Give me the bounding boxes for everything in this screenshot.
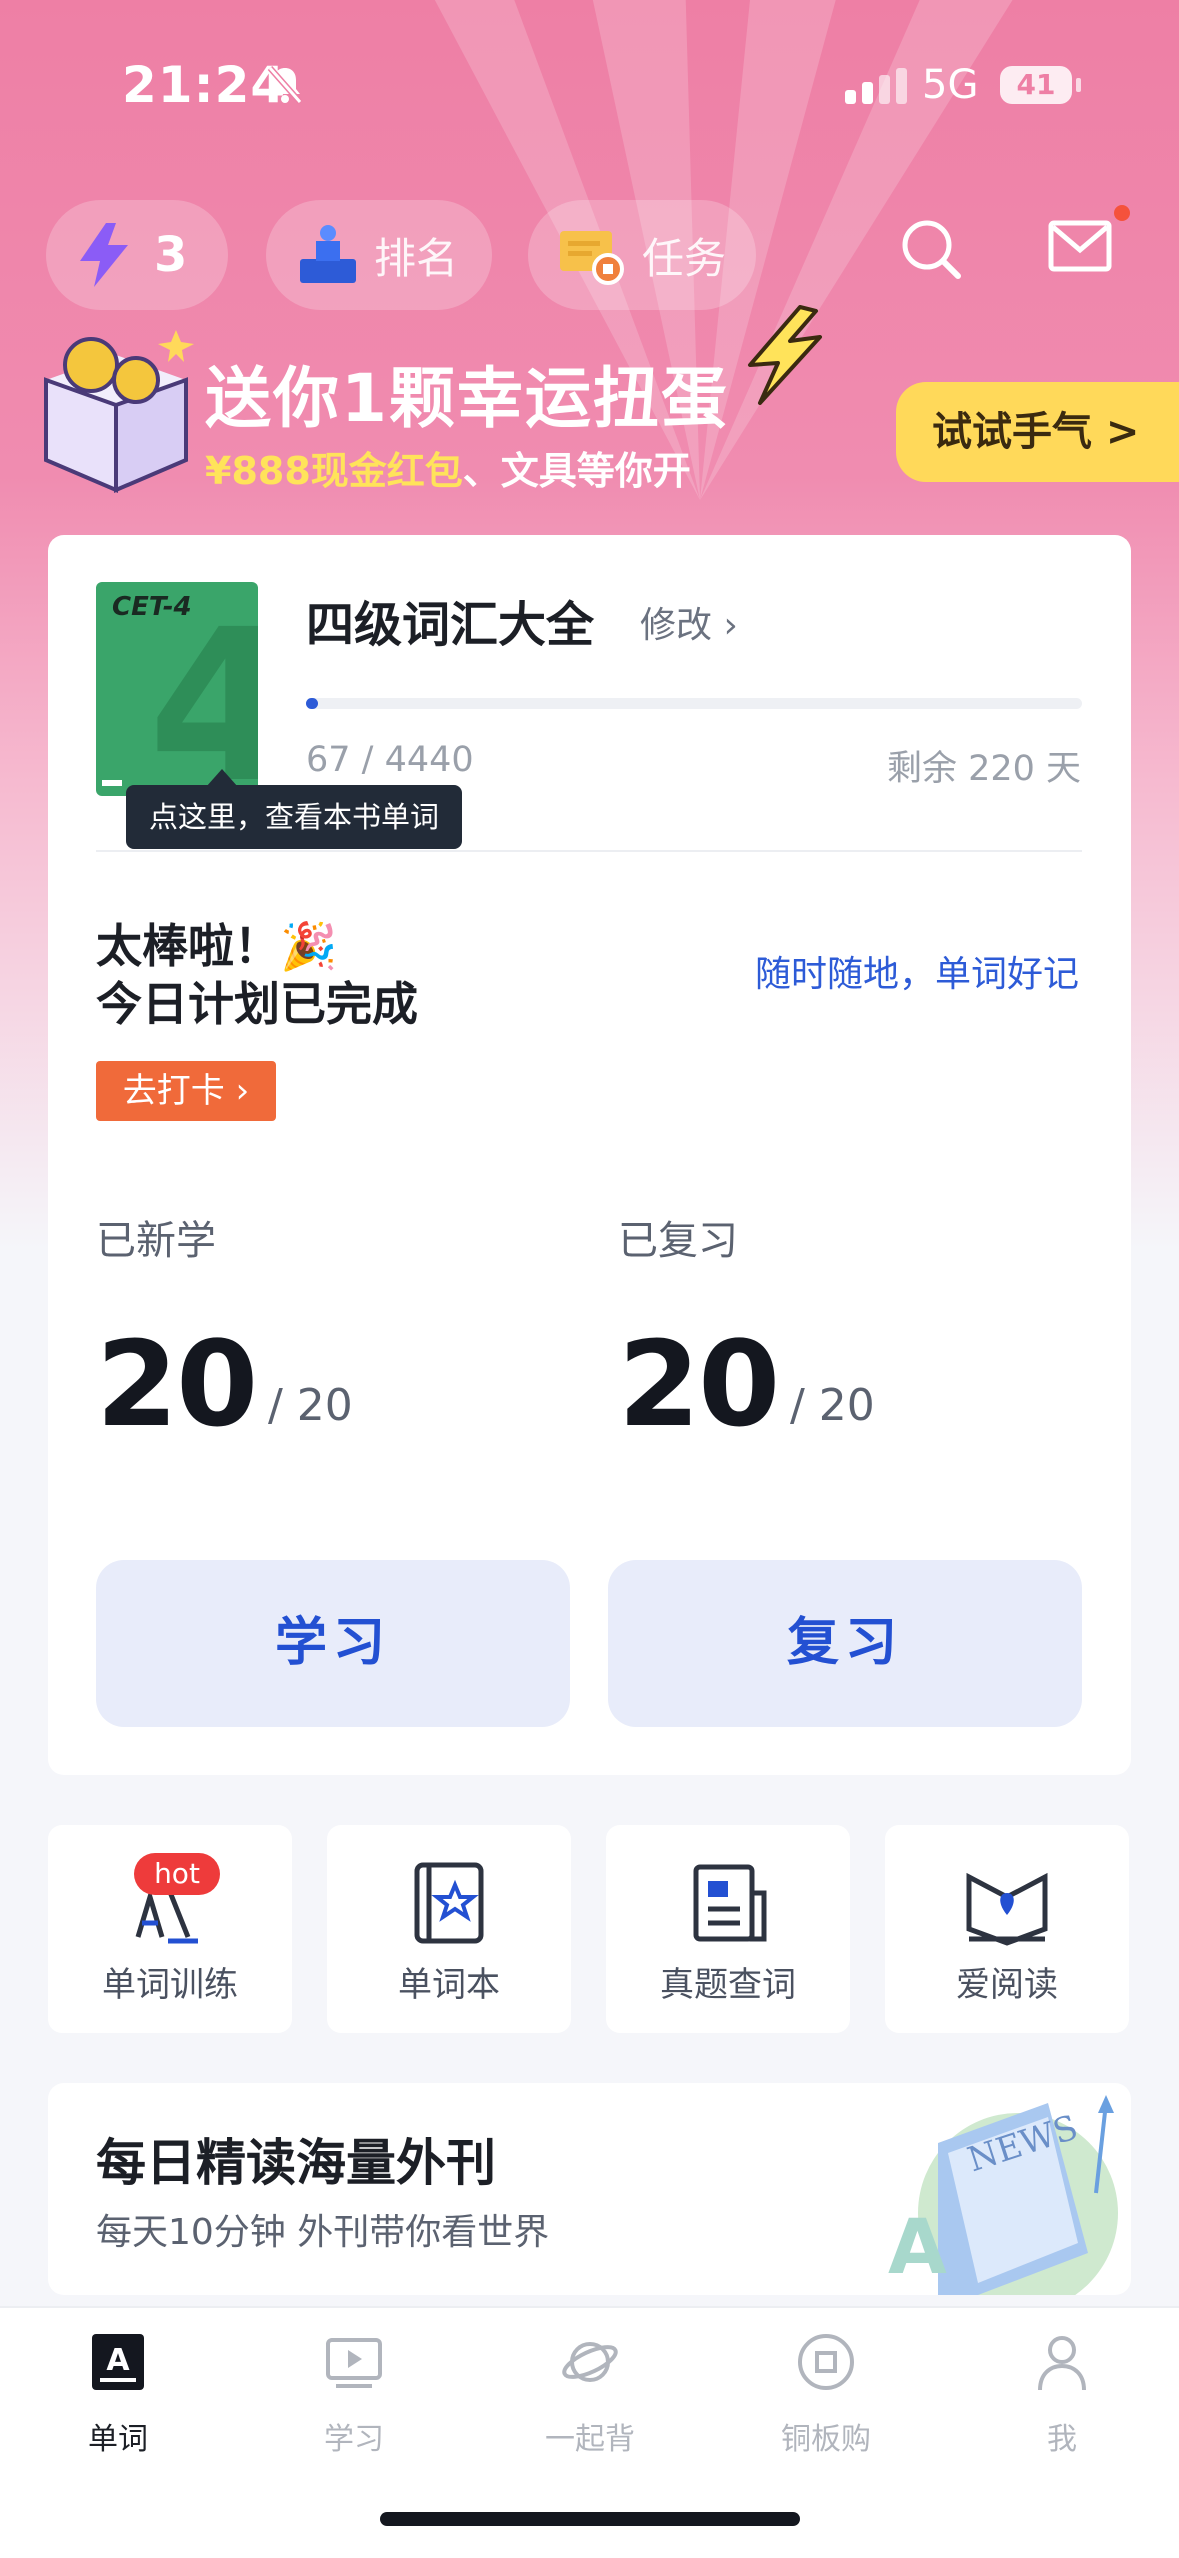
try-luck-button[interactable]: 试试手气 > (896, 382, 1179, 482)
tab-together[interactable]: 一起背 (472, 2308, 708, 2468)
tab-label: 学习 (324, 2422, 384, 2457)
cellular-signal-icon (845, 68, 907, 104)
card-divider (96, 850, 1082, 852)
tab-label: 铜板购 (781, 2422, 871, 2457)
news-title: 每日精读海量外刊 (96, 2134, 496, 2192)
rank-pill[interactable]: 排名 (266, 200, 492, 310)
book-cover-stripe (102, 780, 122, 786)
battery-cap (1076, 78, 1081, 92)
network-type: 5G (922, 62, 979, 108)
wordbook-icon (414, 1862, 484, 1944)
promo-subtitle-rest: 、文具等你开 (462, 449, 691, 493)
new-learned-value: 20 (96, 1315, 258, 1453)
book-title: 四级词汇大全 (306, 597, 595, 653)
task-pill[interactable]: 任务 (528, 200, 756, 310)
lightning-icon (80, 223, 128, 287)
slogan-text: 随时随地，单词好记 (754, 954, 1079, 995)
tool-reading[interactable]: 爱阅读 (885, 1825, 1129, 2033)
promo-subtitle: ¥888现金红包、文具等你开 (205, 440, 691, 495)
reading-icon (966, 1872, 1048, 1946)
promo-cash-highlight: ¥888现金红包 (205, 449, 463, 493)
words-tab-icon: A (92, 2334, 144, 2390)
tool-label: 爱阅读 (956, 1965, 1058, 2005)
silent-bell-icon (267, 66, 303, 104)
podium-icon (300, 225, 356, 283)
tool-wordbook[interactable]: 单词本 (327, 1825, 571, 2033)
book-tooltip[interactable]: 点这里，查看本书单词 (126, 769, 462, 849)
tool-label: 真题查词 (660, 1965, 796, 2005)
book-cover[interactable]: CET-4 4 (96, 582, 258, 796)
tab-words[interactable]: A 单词 (0, 2308, 236, 2468)
days-remaining: 剩余 220 天 (886, 749, 1081, 789)
plan-complete-text: 今日计划已完成 (96, 977, 418, 1031)
tool-label: 单词训练 (102, 1965, 238, 2005)
gift-box-icon[interactable] (36, 320, 196, 500)
planet-tab-icon (562, 2342, 618, 2382)
reviewed-total: / 20 (790, 1380, 875, 1431)
congrats-text: 太棒啦！🎉 (96, 919, 338, 973)
status-bar: 21:24 5G 41 (0, 0, 1179, 140)
book-cover-digit: 4 (148, 584, 258, 797)
study-tab-icon (326, 2338, 382, 2388)
tab-label: 我 (1047, 2422, 1077, 2457)
energy-pill[interactable]: 3 (46, 200, 228, 310)
news-art-letter: A (888, 2202, 947, 2291)
exam-lookup-icon (693, 1864, 767, 1942)
tab-study[interactable]: 学习 (236, 2308, 472, 2468)
mail-icon[interactable] (1048, 218, 1112, 274)
search-icon[interactable] (900, 218, 964, 282)
tab-label: 一起背 (545, 2422, 635, 2457)
tool-label: 单词本 (398, 1965, 500, 2005)
hot-badge: hot (134, 1853, 220, 1895)
study-button[interactable]: 学习 (96, 1560, 570, 1727)
rank-label: 排名 (374, 233, 459, 283)
book-progress-bar (306, 698, 1082, 709)
lightning-decoration-icon (748, 305, 822, 405)
tab-me[interactable]: 我 (944, 2308, 1179, 2468)
tab-shop[interactable]: 铜板购 (708, 2308, 944, 2468)
newspaper-illustration: NEWS A (888, 2095, 1118, 2295)
task-scroll-icon (560, 231, 624, 285)
reviewed-label: 已复习 (618, 1218, 738, 1264)
tool-exam-lookup[interactable]: 真题查词 (606, 1825, 850, 2033)
home-indicator (380, 2512, 800, 2526)
tool-word-training[interactable]: hot 单词训练 (48, 1825, 292, 2033)
edit-book-button[interactable]: 修改 › (640, 596, 738, 648)
review-button[interactable]: 复习 (608, 1560, 1082, 1727)
news-banner[interactable]: 每日精读海量外刊 每天10分钟 外刊带你看世界 NEWS A (48, 2083, 1131, 2295)
promo-title[interactable]: 送你1颗幸运扭蛋 (205, 345, 729, 441)
coin-tab-icon (798, 2334, 854, 2390)
checkin-button[interactable]: 去打卡 › (96, 1061, 276, 1121)
book-progress-fill (306, 698, 318, 709)
new-learned-total: / 20 (268, 1380, 353, 1431)
profile-tab-icon (1038, 2336, 1086, 2391)
tab-label: 单词 (88, 2422, 148, 2457)
energy-count: 3 (154, 227, 188, 283)
book-progress-count: 67 / 4440 (306, 740, 474, 780)
battery-indicator: 41 (1000, 66, 1072, 104)
news-subtitle: 每天10分钟 外刊带你看世界 (96, 2212, 550, 2253)
new-learned-label: 已新学 (96, 1218, 216, 1264)
mail-unread-dot (1114, 205, 1130, 221)
svg-text:A: A (106, 2343, 130, 2378)
task-label: 任务 (642, 233, 727, 283)
reviewed-value: 20 (618, 1315, 780, 1453)
